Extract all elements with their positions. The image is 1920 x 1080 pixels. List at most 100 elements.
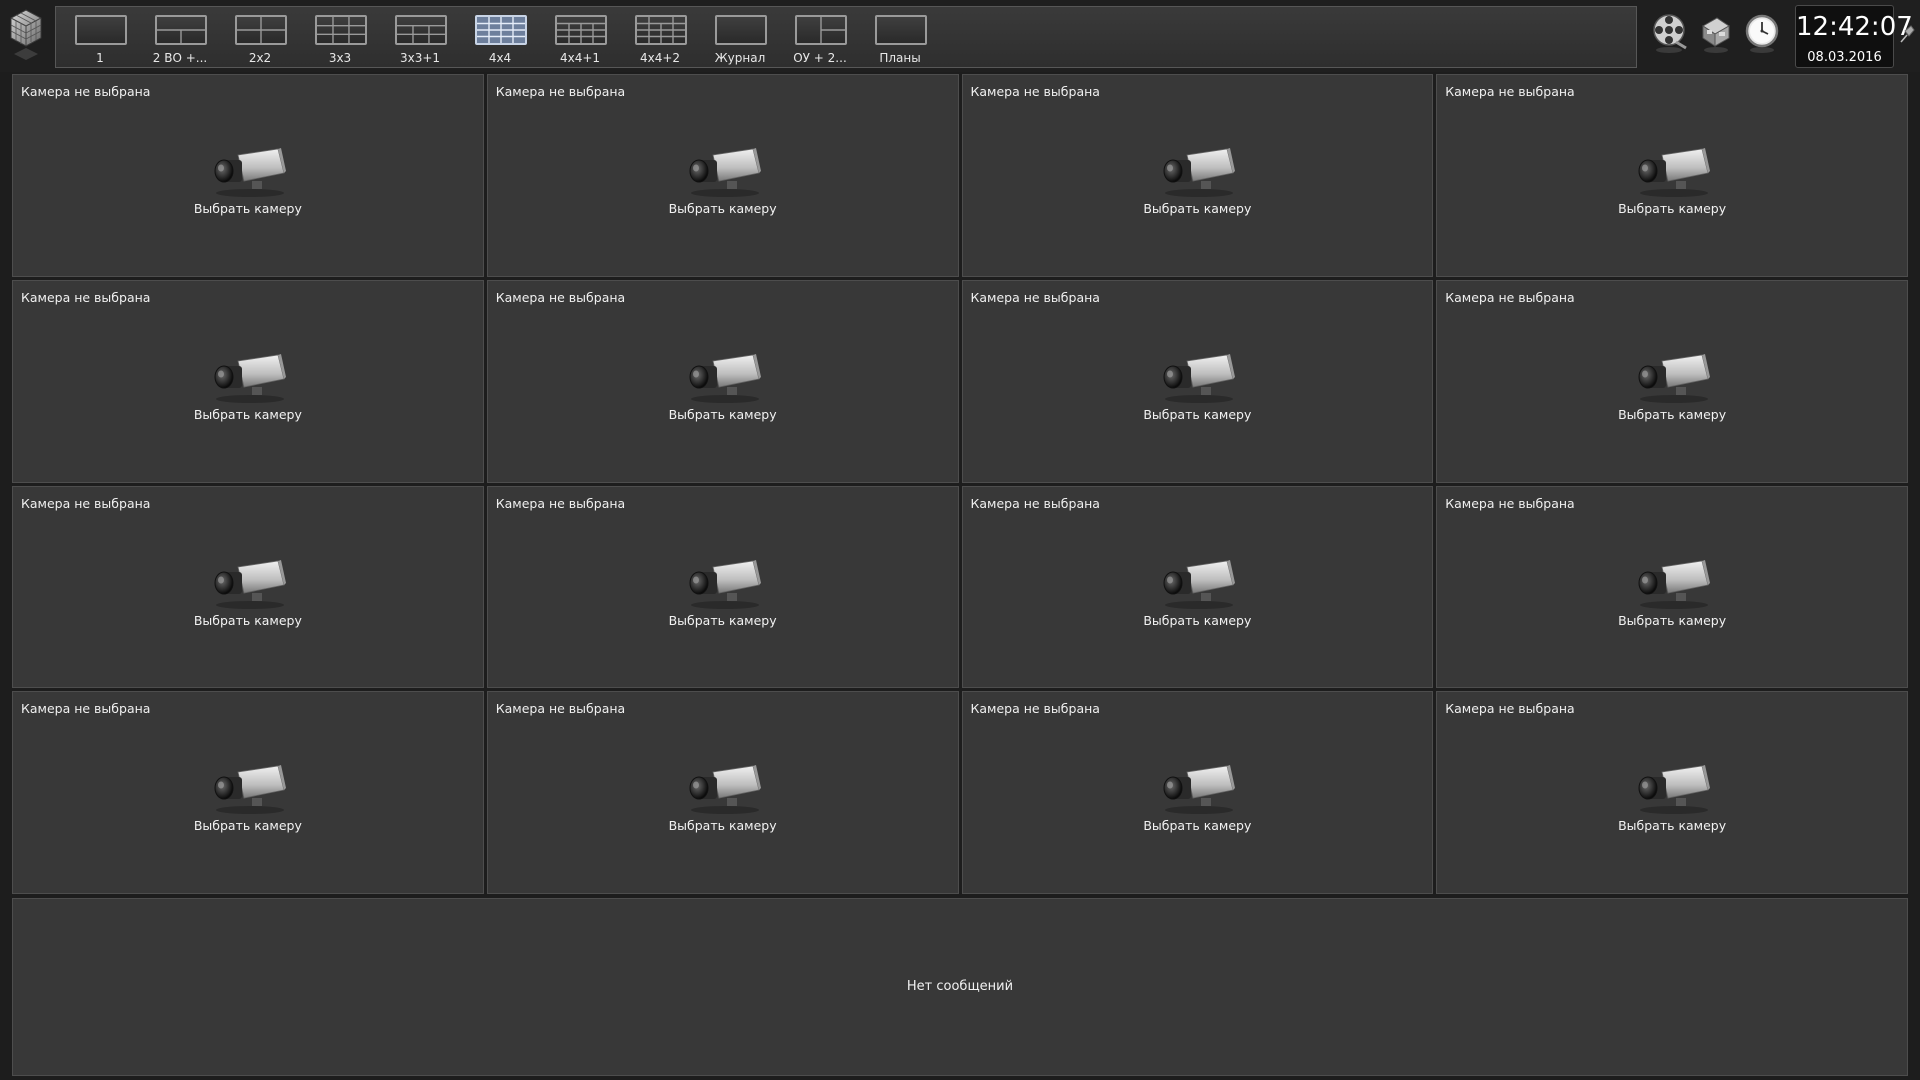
camera-status-label: Камера не выбрана [970,701,1100,717]
alarm-clock-icon[interactable] [1743,12,1781,54]
camera-status-label: Камера не выбрана [495,701,626,717]
camera-status-label: Камера не выбрана [21,289,151,305]
camera-icon [214,353,286,403]
select-camera-button[interactable]: Выбрать камеру [13,613,483,628]
layout-button-3[interactable]: 2x2 [220,11,300,65]
camera-cell-16[interactable]: Камера не выбрана Выбрать камеру [1436,691,1908,894]
camera-status-label: Камера не выбрана [1445,289,1575,305]
camera-cell-8[interactable]: Камера не выбрана Выбрать камеру [1436,279,1908,483]
camera-cell-13[interactable]: Камера не выбрана Выбрать камеру [12,691,484,894]
layout-button-10[interactable]: ОУ + 2... [780,11,860,65]
select-camera-button[interactable]: Выбрать камеру [13,201,483,216]
camera-icon [1638,353,1711,403]
select-camera-button[interactable]: Выбрать камеру [13,818,483,833]
camera-icon [1163,148,1236,197]
camera-icon [689,353,761,403]
camera-icon [1638,148,1711,197]
camera-icon [1638,559,1711,609]
clock-time: 12:42:07 [1796,12,1913,42]
layout-button-label: 3x3 [328,51,352,65]
camera-cell-15[interactable]: Камера не выбрана Выбрать камеру [961,691,1434,894]
camera-status-label: Камера не выбрана [21,495,151,511]
layout-button-label: Планы [879,51,921,65]
layout-button-1[interactable]: 1 [60,11,140,65]
camera-status-label: Камера не выбрана [21,701,151,717]
journal-icon [715,15,767,45]
camera-cell-2[interactable]: Камера не выбрана Выбрать камеру [486,74,959,277]
layout-button-label: 4x4+2 [639,51,681,65]
layout-selector: 1 2 ВО +... 2x2 3x3 3x3+1 4x4 4x4+1 4x4+2 Журнал… [55,6,1637,68]
layout-button-11[interactable]: Планы [860,11,940,65]
layout-button-6[interactable]: 4x4 [460,11,540,65]
camera-cell-11[interactable]: Камера не выбрана Выбрать камеру [961,485,1434,689]
camera-status-label: Камера не выбрана [1445,84,1575,99]
film-reel-icon[interactable] [1650,12,1688,54]
select-camera-button[interactable]: Выбрать камеру [1437,201,1907,216]
layout-button-2[interactable]: 2 ВО +... [140,11,220,65]
camera-icon [214,559,286,609]
layout-button-4[interactable]: 3x3 [300,11,380,65]
layout-ou2-icon [795,15,847,45]
camera-icon [689,559,761,609]
camera-status-label: Камера не выбрана [495,495,626,511]
camera-cell-5[interactable]: Камера не выбрана Выбрать камеру [12,279,484,483]
camera-cell-3[interactable]: Камера не выбрана Выбрать камеру [961,74,1434,277]
camera-cell-10[interactable]: Камера не выбрана Выбрать камеру [486,485,959,689]
messages-empty-text: Нет сообщений [906,979,1014,994]
select-camera-button[interactable]: Выбрать камеру [488,613,958,628]
select-camera-button[interactable]: Выбрать камеру [963,201,1433,216]
camera-icon [1163,559,1236,609]
camera-cell-4[interactable]: Камера не выбрана Выбрать камеру [1436,74,1908,277]
clock-display: 12:42:07 08.03.2016 [1795,5,1913,68]
camera-cell-7[interactable]: Камера не выбрана Выбрать камеру [961,279,1434,483]
plans-icon [875,15,927,45]
select-camera-button[interactable]: Выбрать камеру [488,818,958,833]
select-camera-button[interactable]: Выбрать камеру [1437,407,1907,422]
layout-button-5[interactable]: 3x3+1 [380,11,460,65]
select-camera-button[interactable]: Выбрать камеру [1437,818,1907,833]
layout-2x2-icon [235,15,287,45]
layout-4x4plus2-icon [635,15,687,45]
layout-button-label: ОУ + 2... [793,51,847,65]
camera-status-label: Камера не выбрана [970,84,1100,99]
select-camera-button[interactable]: Выбрать камеру [13,407,483,422]
layout-4x4plus1-icon [555,15,607,45]
camera-status-label: Камера не выбрана [1445,701,1575,717]
layout-button-8[interactable]: 4x4+2 [620,11,700,65]
top-toolbar: 1 2 ВО +... 2x2 3x3 3x3+1 4x4 4x4+1 4x4+2 Журнал… [0,0,1920,72]
camera-icon [1163,353,1236,403]
camera-status-label: Камера не выбрана [21,84,151,99]
camera-status-label: Камера не выбрана [495,289,626,305]
pin-icon[interactable] [1898,22,1916,46]
camera-icon [1163,765,1236,815]
select-camera-button[interactable]: Выбрать камеру [488,407,958,422]
layout-1-icon [75,15,127,45]
select-camera-button[interactable]: Выбрать камеру [963,407,1433,422]
camera-cell-1[interactable]: Камера не выбрана Выбрать камеру [12,74,484,277]
app-logo-icon [10,9,42,60]
layout-button-7[interactable]: 4x4+1 [540,11,620,65]
layout-button-label: 1 [96,51,104,65]
camera-cell-14[interactable]: Камера не выбрана Выбрать камеру [486,691,959,894]
camera-status-label: Камера не выбрана [1445,495,1575,511]
select-camera-button[interactable]: Выбрать камеру [963,613,1433,628]
camera-status-label: Камера не выбрана [970,289,1100,305]
camera-cell-12[interactable]: Камера не выбрана Выбрать камеру [1436,485,1908,689]
select-camera-button[interactable]: Выбрать камеру [488,201,958,216]
layout-2vo-icon [155,15,207,45]
cube-tools-icon[interactable] [1697,12,1735,54]
layout-4x4-icon [475,15,527,45]
layout-button-label: 3x3+1 [399,51,441,65]
clock-date: 08.03.2016 [1807,50,1882,65]
camera-icon [214,148,286,197]
camera-cell-9[interactable]: Камера не выбрана Выбрать камеру [12,485,484,689]
layout-button-9[interactable]: Журнал [700,11,780,65]
camera-cell-6[interactable]: Камера не выбрана Выбрать камеру [486,279,959,483]
camera-grid: Камера не выбрана Выбрать камеру Камера … [12,74,1908,894]
camera-icon [689,148,761,197]
select-camera-button[interactable]: Выбрать камеру [963,818,1433,833]
camera-status-label: Камера не выбрана [495,84,626,99]
camera-icon [689,765,761,815]
select-camera-button[interactable]: Выбрать камеру [1437,613,1907,628]
camera-icon [214,765,286,815]
